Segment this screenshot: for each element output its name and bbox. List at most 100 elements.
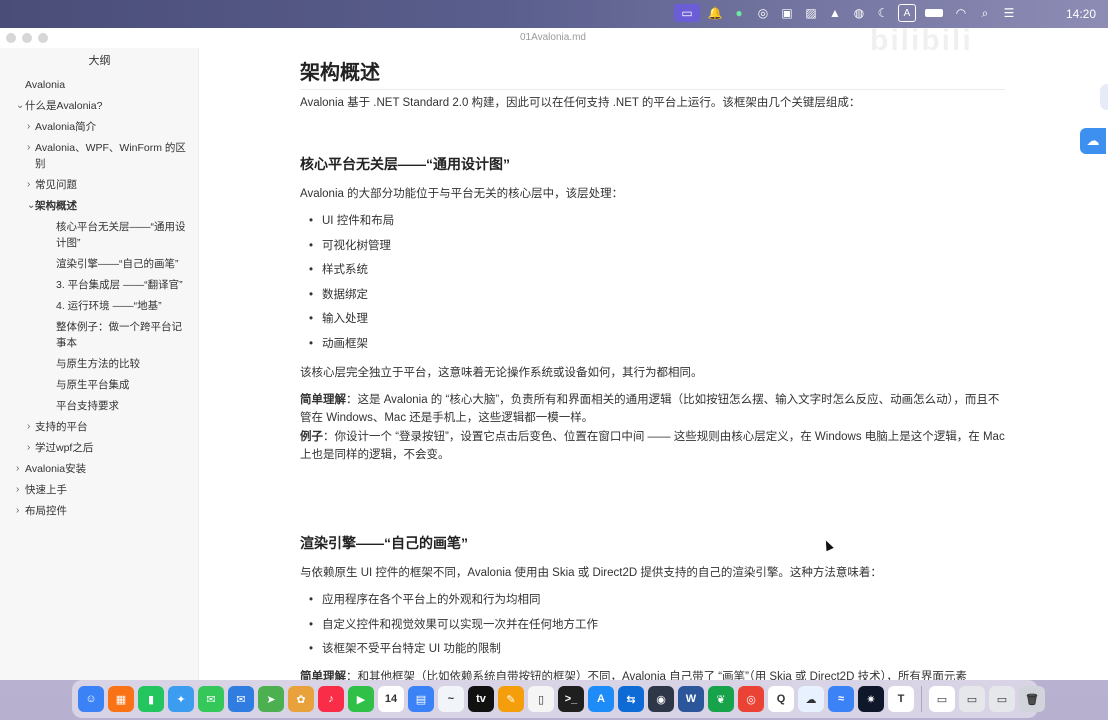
outline-item[interactable]: 3. 平台集成层 ——“翻译官” <box>0 274 199 295</box>
finder-icon[interactable]: ☺ <box>78 686 104 712</box>
screen-share-icon[interactable]: ▭ <box>674 4 700 22</box>
baidu-netdisk-icon[interactable]: ☁ <box>798 686 824 712</box>
outline-item[interactable]: 整体例子：做一个跨平台记事本 <box>0 316 199 353</box>
outline-item-label: 4. 运行环境 ——“地基” <box>56 299 162 312</box>
vpn-icon[interactable]: ◍ <box>850 4 868 22</box>
outline-title: 大纲 <box>88 55 111 67</box>
outline-item[interactable]: 与原生方法的比较 <box>0 353 199 374</box>
section2-bullets: 应用程序在各个平台上的外观和行为均相同自定义控件和视觉效果可以实现一次并在任何地… <box>300 591 598 665</box>
input-method-icon[interactable]: A <box>898 4 916 22</box>
outline-item[interactable]: › Avalonia、WPF、WinForm 的区别 <box>0 137 199 174</box>
chatgpt-icon[interactable]: ✷ <box>858 686 884 712</box>
minimize-window-button[interactable] <box>22 33 32 43</box>
chevron-right-icon[interactable]: › <box>16 482 19 498</box>
appletv-icon[interactable]: tv <box>468 686 494 712</box>
outline-item[interactable]: Avalonia <box>0 74 199 95</box>
image-icon[interactable]: ▨ <box>802 4 820 22</box>
calendar-icon[interactable]: 14 <box>378 686 404 712</box>
leaf-icon[interactable]: ❦ <box>708 686 734 712</box>
photos-icon[interactable]: ✿ <box>288 686 314 712</box>
outline-item-label: 什么是Avalonia? <box>25 99 103 112</box>
trash-icon[interactable]: 🗑 <box>1019 686 1045 712</box>
outline-item[interactable]: › 学过wpf之后 <box>0 437 199 458</box>
outline-item[interactable]: › 快速上手 <box>0 479 199 500</box>
outline-item[interactable]: ⌄ 什么是Avalonia? <box>0 95 199 116</box>
page-title: 架构概述 <box>300 56 1005 90</box>
chevron-right-icon[interactable]: › <box>16 503 19 519</box>
outline-item[interactable]: 渲染引擎——“自己的画笔” <box>0 253 199 274</box>
outline-item[interactable]: › Avalonia安装 <box>0 458 199 479</box>
section2-cut-paragraph: 简单理解：和其他框架（比如依赖系统自带按钮的框架）不同，Avalonia 自己带… <box>300 668 1005 680</box>
outline-item-label: 平台支持要求 <box>56 399 119 412</box>
outline-item[interactable]: 平台支持要求 <box>0 395 199 416</box>
window-thumbnail-icon[interactable]: ▭ <box>959 686 985 712</box>
window-thumbnail-2-icon[interactable]: ▭ <box>989 686 1015 712</box>
document-icon[interactable]: ▭ <box>929 686 955 712</box>
moon-icon[interactable]: ☾ <box>874 4 892 22</box>
control-center-icon[interactable]: ☰ <box>1000 4 1018 22</box>
maps-icon[interactable]: ➤ <box>258 686 284 712</box>
freeform-icon[interactable]: ~ <box>438 686 464 712</box>
pages-icon[interactable]: ✎ <box>498 686 524 712</box>
simple-understanding-text: ：这是 Avalonia 的 “核心大脑”，负责所有和界面相关的通用逻辑（比如按… <box>300 394 1000 424</box>
outline-item[interactable]: 与原生平台集成 <box>0 374 199 395</box>
outline-item[interactable]: › Avalonia简介 <box>0 116 199 137</box>
chevron-right-icon[interactable]: › <box>27 119 30 135</box>
leaf-app-icon[interactable]: ● <box>730 4 748 22</box>
bullet-item: 该框架不受平台特定 UI 功能的限制 <box>300 640 598 665</box>
outline-item-label: 常见问题 <box>35 178 77 191</box>
close-window-button[interactable] <box>6 33 16 43</box>
cloud-assistant-icon[interactable]: ☁ <box>1080 128 1106 154</box>
chevron-right-icon[interactable]: › <box>27 419 30 435</box>
typora-icon[interactable]: T <box>888 686 914 712</box>
outline-item[interactable]: › 常见问题 <box>0 174 199 195</box>
chevron-right-icon[interactable]: › <box>27 440 30 456</box>
dock: ☺ ▦ ▮ ✦ ✉ ✉ ➤ ✿ ♪ ▶ 14 ▤ ~ tv ✎ ▯ >_ A ⇆ ◉ W ❦ ◎ Q ☁ ≈ ✷ T ▭ ▭ ▭ 🗑 <box>72 680 1045 718</box>
battery-icon[interactable] <box>922 4 946 22</box>
chrome-icon[interactable]: ◎ <box>738 686 764 712</box>
outline-item[interactable]: › 支持的平台 <box>0 416 199 437</box>
terminal-icon[interactable]: >_ <box>558 686 584 712</box>
word-icon[interactable]: W <box>678 686 704 712</box>
chevron-down-icon[interactable]: ⌄ <box>27 198 35 214</box>
numbers-icon[interactable]: ▮ <box>138 686 164 712</box>
chevron-right-icon[interactable]: › <box>16 461 19 477</box>
dial-icon[interactable]: ◎ <box>754 4 772 22</box>
files-icon[interactable]: ▤ <box>408 686 434 712</box>
outline-item[interactable]: 4. 运行环境 ——“地基” <box>0 295 199 316</box>
menubar-clock[interactable]: 14:20 <box>1066 7 1096 21</box>
example-paragraph: 例子：你设计一个 “登录按钮”，设置它点击后变色、位置在窗口中间 —— 这些规则… <box>300 428 1005 464</box>
facetime-icon[interactable]: ▶ <box>348 686 374 712</box>
messages-icon[interactable]: ✉ <box>198 686 224 712</box>
screen-recorder-icon[interactable]: ◉ <box>648 686 674 712</box>
outline-sidebar: 大纲 Avalonia ⌄ 什么是Avalonia? › Avalonia简介 › Aval… <box>0 48 199 680</box>
outline-item-label: Avalonia、WPF、WinForm 的区别 <box>35 141 186 170</box>
section1-lead: Avalonia 的大部分功能位于与平台无关的核心层中，该层处理： <box>300 188 624 200</box>
outline-item[interactable]: ⌄ 架构概述 <box>0 195 199 216</box>
record-icon[interactable]: ▣ <box>778 4 796 22</box>
outline-list: Avalonia ⌄ 什么是Avalonia? › Avalonia简介 › Avaloni… <box>0 74 199 521</box>
wifi-icon[interactable]: ◠ <box>952 4 970 22</box>
zoom-window-button[interactable] <box>38 33 48 43</box>
chevron-right-icon[interactable]: › <box>27 140 30 156</box>
launchpad-icon[interactable]: ▦ <box>108 686 134 712</box>
editor-content[interactable]: 架构概述 Avalonia 基于 .NET Standard 2.0 构建，因此… <box>300 48 1010 680</box>
outline-item[interactable]: 核心平台无关层——“通用设计图” <box>0 216 199 253</box>
outline-item[interactable]: › 布局控件 <box>0 500 199 521</box>
music-icon[interactable]: ♪ <box>318 686 344 712</box>
weather-icon[interactable]: ▲ <box>826 4 844 22</box>
teamviewer-icon[interactable]: ⇆ <box>618 686 644 712</box>
safari-icon[interactable]: ✦ <box>168 686 194 712</box>
section1-bullets: UI 控件和布局可视化树管理样式系统数据绑定输入处理动画框架 <box>300 212 394 360</box>
qq-icon[interactable]: Q <box>768 686 794 712</box>
chevron-down-icon[interactable]: ⌄ <box>16 98 24 114</box>
chevron-right-icon[interactable]: › <box>27 177 30 193</box>
notification-bell-icon[interactable]: 🔔 <box>706 4 724 22</box>
mail-icon[interactable]: ✉ <box>228 686 254 712</box>
feishu-icon[interactable]: ≈ <box>828 686 854 712</box>
app-store-icon[interactable]: A <box>588 686 614 712</box>
iphone-mirroring-icon[interactable]: ▯ <box>528 686 554 712</box>
search-icon[interactable]: ⌕ <box>976 4 994 22</box>
outline-item-label: 与原生平台集成 <box>56 378 130 391</box>
side-handle[interactable] <box>1100 84 1108 110</box>
